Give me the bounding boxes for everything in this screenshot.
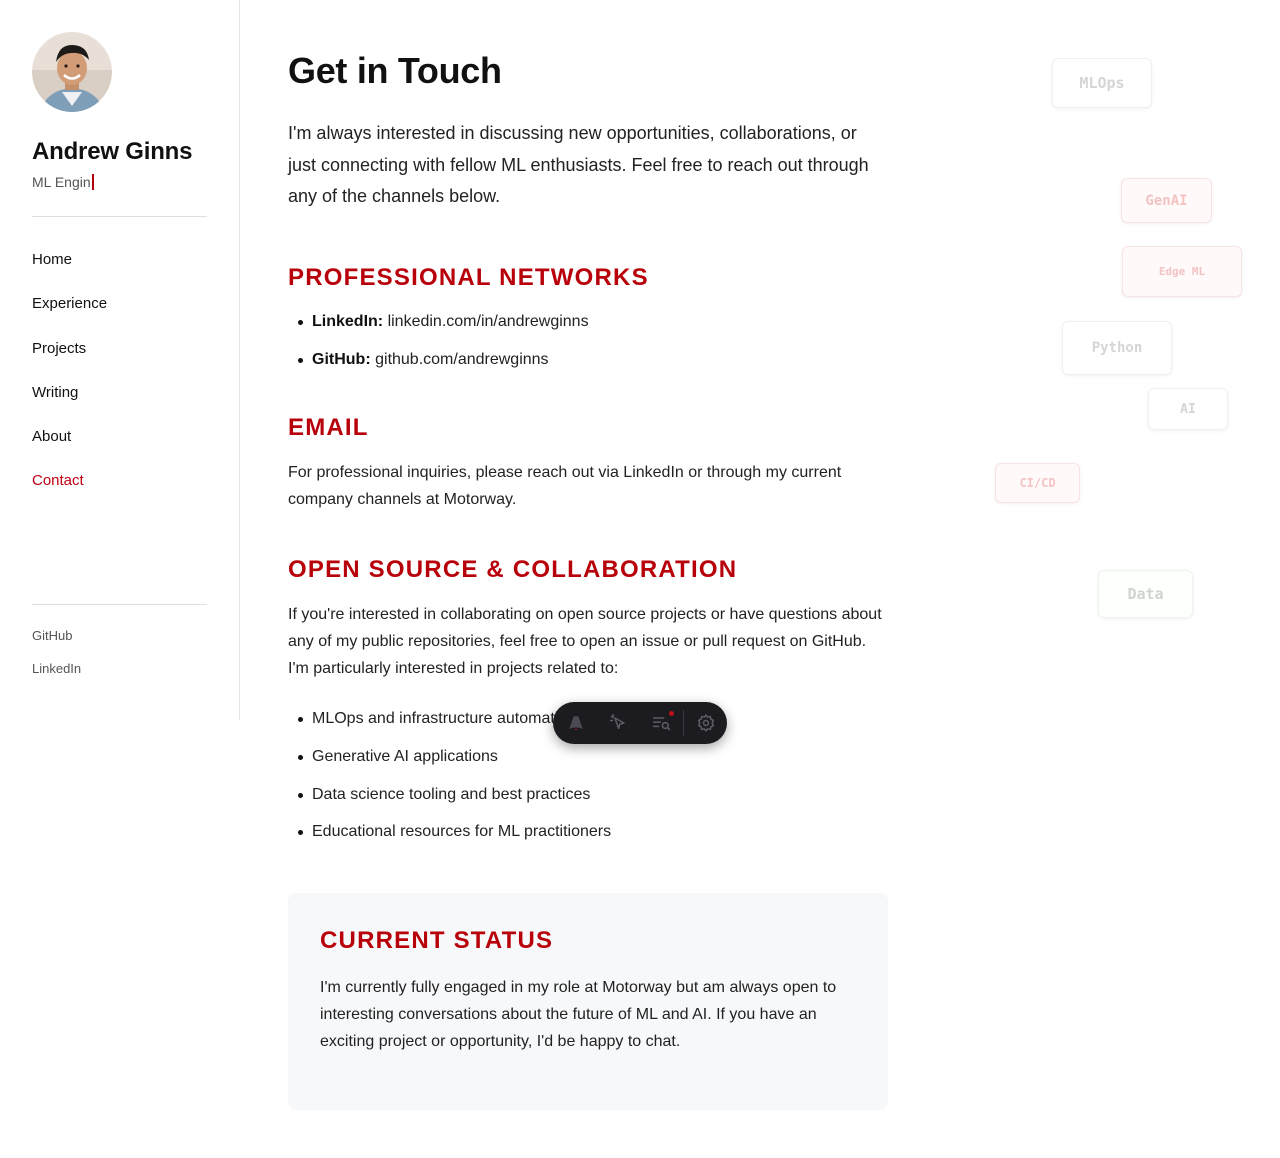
profile-role: ML Engin bbox=[32, 174, 207, 190]
page-title: Get in Touch bbox=[288, 50, 502, 91]
nav-item-home[interactable]: Home bbox=[32, 250, 207, 294]
linkedin-link[interactable]: linkedin.com/in/andrewginns bbox=[388, 313, 589, 330]
intro-paragraph: I'm always interested in discussing new … bbox=[288, 123, 869, 206]
nav-item-contact[interactable]: Contact bbox=[32, 471, 207, 515]
status-paragraph: I'm currently fully engaged in my role a… bbox=[320, 979, 837, 1050]
profile-role-text: ML Engin bbox=[32, 174, 91, 190]
floating-tag: Edge ML bbox=[1122, 246, 1242, 297]
social-links: GitHub LinkedIn bbox=[32, 628, 81, 694]
nav-item-projects[interactable]: Projects bbox=[32, 339, 207, 383]
floating-tag: GenAI bbox=[1121, 178, 1212, 223]
section-heading-open-source: OPEN SOURCE & COLLABORATION bbox=[288, 556, 738, 583]
social-link-linkedin[interactable]: LinkedIn bbox=[32, 661, 81, 694]
list-item: Educational resources for ML practitione… bbox=[288, 822, 611, 842]
typing-cursor bbox=[91, 174, 94, 190]
section-heading-email: EMAIL bbox=[288, 414, 369, 441]
audit-list-icon[interactable] bbox=[641, 702, 684, 744]
network-label: GitHub: bbox=[312, 351, 371, 368]
networks-list: LinkedIn: linkedin.com/in/andrewginns Gi… bbox=[288, 312, 589, 370]
list-item: Data science tooling and best practices bbox=[288, 785, 611, 805]
settings-gear-icon[interactable] bbox=[684, 702, 727, 744]
sidebar-divider-bottom bbox=[32, 604, 207, 605]
astro-logo-icon[interactable] bbox=[555, 702, 598, 744]
floating-tag: Python bbox=[1062, 321, 1172, 375]
floating-tag: Data bbox=[1098, 570, 1193, 618]
nav-item-about[interactable]: About bbox=[32, 427, 207, 471]
list-item: LinkedIn: linkedin.com/in/andrewginns bbox=[288, 312, 589, 332]
floating-tag: MLOps bbox=[1052, 58, 1152, 108]
open-source-paragraph: If you're interested in collaborating on… bbox=[288, 606, 882, 677]
main-nav: Home Experience Projects Writing About C… bbox=[32, 250, 207, 516]
profile-name: Andrew Ginns bbox=[32, 138, 193, 165]
nav-item-writing[interactable]: Writing bbox=[32, 383, 207, 427]
email-paragraph: For professional inquiries, please reach… bbox=[288, 464, 842, 508]
floating-tag: CI/CD bbox=[995, 463, 1080, 503]
cursor-inspect-icon[interactable] bbox=[598, 702, 641, 744]
avatar bbox=[32, 32, 112, 112]
sidebar-divider bbox=[32, 216, 207, 217]
current-status-card: CURRENT STATUS I'm currently fully engag… bbox=[288, 893, 888, 1110]
dev-toolbar bbox=[553, 702, 727, 744]
list-item: GitHub: github.com/andrewginns bbox=[288, 350, 589, 370]
network-label: LinkedIn: bbox=[312, 313, 384, 330]
section-heading-networks: PROFESSIONAL NETWORKS bbox=[288, 264, 649, 291]
section-heading-status: CURRENT STATUS bbox=[320, 927, 554, 954]
social-link-github[interactable]: GitHub bbox=[32, 628, 81, 661]
floating-tag: AI bbox=[1148, 388, 1228, 430]
nav-item-experience[interactable]: Experience bbox=[32, 294, 207, 338]
sidebar: Andrew Ginns ML Engin Home Experience Pr… bbox=[0, 0, 240, 720]
github-link[interactable]: github.com/andrewginns bbox=[375, 351, 548, 368]
avatar-photo bbox=[32, 32, 112, 112]
notification-dot bbox=[669, 711, 675, 716]
list-item: Generative AI applications bbox=[288, 747, 611, 767]
